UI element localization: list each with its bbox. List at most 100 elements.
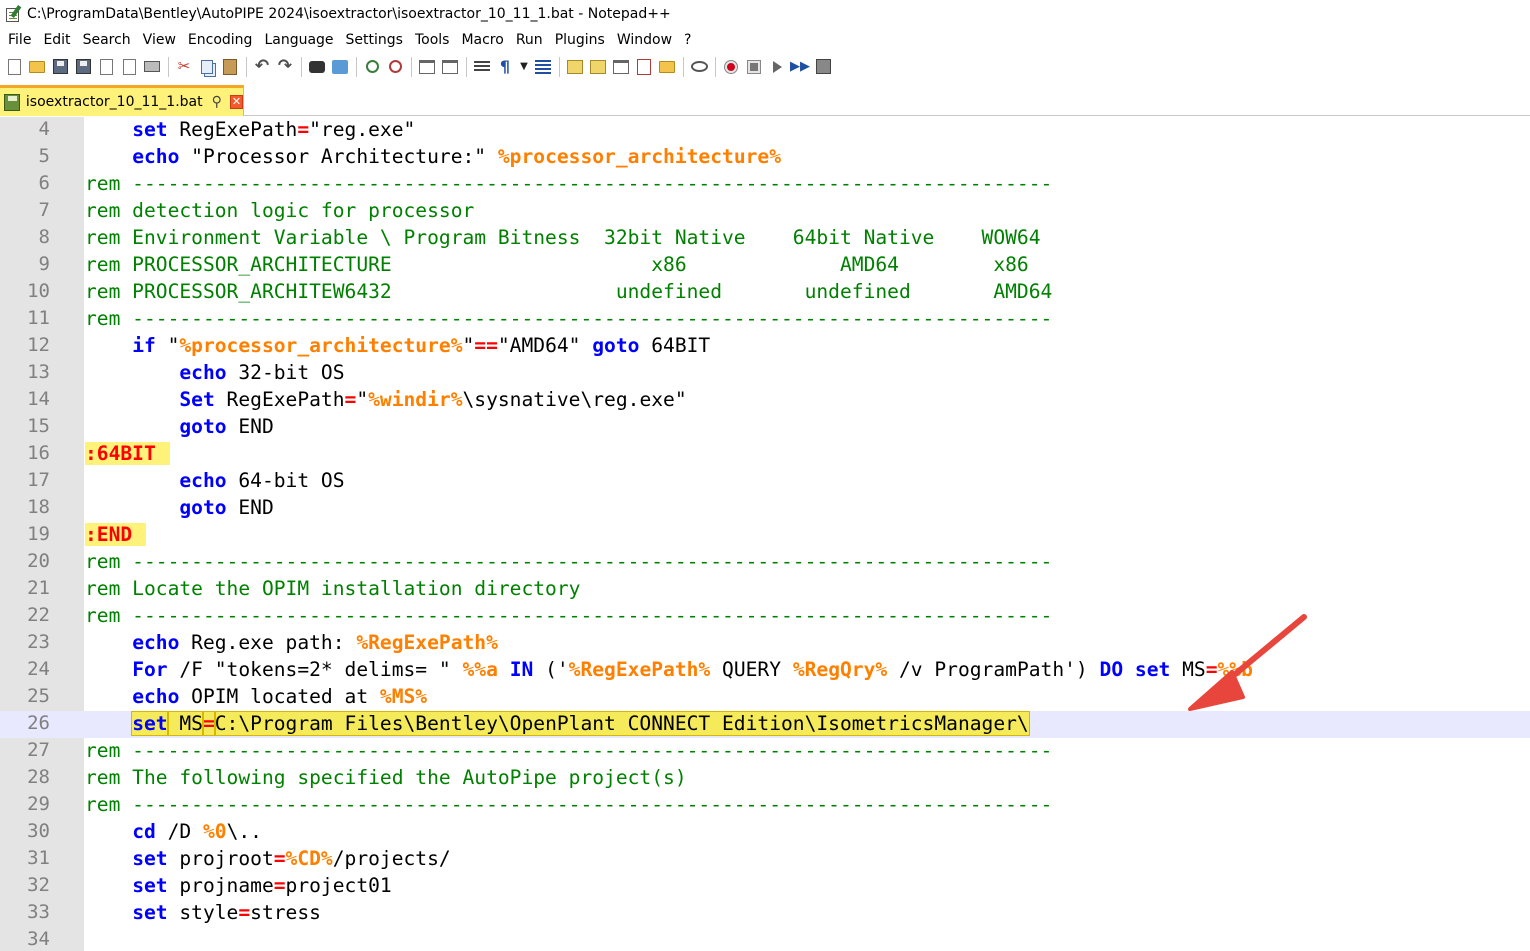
code-line[interactable]: 8 rem Environment Variable \ Program Bitn… <box>0 225 1530 252</box>
code-line[interactable]: 30 cd /D %0\.. <box>0 819 1530 846</box>
new-file-icon[interactable] <box>4 57 24 77</box>
code-text[interactable]: rem ------------------------------------… <box>85 171 1052 198</box>
code-text[interactable]: set RegExePath="reg.exe" <box>85 117 415 144</box>
code-line[interactable]: 17 echo 64-bit OS <box>0 468 1530 495</box>
code-line[interactable]: 13 echo 32-bit OS <box>0 360 1530 387</box>
code-line[interactable]: 26 set MS=C:\Program Files\Bentley\OpenP… <box>0 711 1530 738</box>
code-text[interactable]: echo 64-bit OS <box>85 468 344 495</box>
code-line[interactable]: 16:64BIT <box>0 441 1530 468</box>
code-text[interactable]: set projroot=%CD%/projects/ <box>85 846 451 873</box>
code-line[interactable]: 19:END <box>0 522 1530 549</box>
code-line[interactable]: 27 rem ----------------------------------… <box>0 738 1530 765</box>
function-list-icon[interactable] <box>634 57 654 77</box>
copy-icon[interactable] <box>197 57 217 77</box>
redo-icon[interactable]: ↷ <box>275 57 295 77</box>
code-line[interactable]: 9 rem PROCESSOR_ARCHITECTURE x86 AMD64 x8… <box>0 252 1530 279</box>
code-line[interactable]: 24 For /F "tokens=2* delims= " %%a IN ('… <box>0 657 1530 684</box>
menu-run[interactable]: Run <box>510 29 549 51</box>
code-line[interactable]: 31 set projroot=%CD%/projects/ <box>0 846 1530 873</box>
replace-icon[interactable] <box>330 57 350 77</box>
code-text[interactable]: rem ------------------------------------… <box>85 792 1052 819</box>
code-text[interactable]: :END <box>85 522 147 549</box>
zoom-out-icon[interactable] <box>385 57 405 77</box>
cut-icon[interactable]: ✂ <box>174 57 194 77</box>
code-line[interactable]: 33 set style=stress <box>0 900 1530 927</box>
monitoring-icon[interactable] <box>689 57 709 77</box>
code-line[interactable]: 11 rem ----------------------------------… <box>0 306 1530 333</box>
code-line[interactable]: 21 rem Locate the OPIM installation direc… <box>0 576 1530 603</box>
sync-horizontal-icon[interactable] <box>440 57 460 77</box>
code-line[interactable]: 15 goto END <box>0 414 1530 441</box>
menu-encoding[interactable]: Encoding <box>182 29 259 51</box>
code-text[interactable]: rem ------------------------------------… <box>85 306 1052 333</box>
code-text[interactable]: if "%processor_architecture%"=="AMD64" g… <box>85 333 710 360</box>
code-line[interactable]: 32 set projname=project01 <box>0 873 1530 900</box>
zoom-in-icon[interactable] <box>362 57 382 77</box>
menu-language[interactable]: Language <box>258 29 339 51</box>
menu-settings[interactable]: Settings <box>340 29 409 51</box>
close-icon[interactable] <box>96 57 116 77</box>
save-macro-icon[interactable] <box>813 57 833 77</box>
code-line[interactable]: 10 rem PROCESSOR_ARCHITEW6432 undefined u… <box>0 279 1530 306</box>
sync-vertical-icon[interactable] <box>417 57 437 77</box>
code-line[interactable]: 18 goto END <box>0 495 1530 522</box>
menu-tools[interactable]: Tools <box>409 29 456 51</box>
code-text[interactable]: set style=stress <box>85 900 321 927</box>
code-text[interactable]: rem ------------------------------------… <box>85 738 1052 765</box>
run-macro-multiple-icon[interactable]: ▶▶ <box>790 57 810 77</box>
chevron-down-icon[interactable]: ▼ <box>518 57 530 77</box>
print-icon[interactable] <box>142 57 162 77</box>
code-text[interactable]: rem Locate the OPIM installation directo… <box>85 576 580 603</box>
document-list-icon[interactable] <box>611 57 631 77</box>
user-defined-language-icon[interactable] <box>565 57 585 77</box>
code-text[interactable]: rem detection logic for processor <box>85 198 474 225</box>
code-text[interactable]: goto END <box>85 414 273 441</box>
code-text[interactable]: rem ------------------------------------… <box>85 603 1052 630</box>
code-line[interactable]: 29 rem ----------------------------------… <box>0 792 1530 819</box>
menu-edit[interactable]: Edit <box>37 29 76 51</box>
code-line[interactable]: 14 Set RegExePath="%windir%\sysnative\re… <box>0 387 1530 414</box>
code-text[interactable]: rem Environment Variable \ Program Bitne… <box>85 225 1041 252</box>
close-icon[interactable]: ✕ <box>229 95 243 109</box>
open-file-icon[interactable] <box>27 57 47 77</box>
code-text[interactable]: Set RegExePath="%windir%\sysnative\reg.e… <box>85 387 686 414</box>
code-line[interactable]: 7 rem detection logic for processor <box>0 198 1530 225</box>
save-all-icon[interactable] <box>73 57 93 77</box>
save-icon[interactable] <box>50 57 70 77</box>
menu-view[interactable]: View <box>137 29 182 51</box>
find-icon[interactable] <box>307 57 327 77</box>
code-line[interactable]: 6 rem -----------------------------------… <box>0 171 1530 198</box>
stop-recording-icon[interactable] <box>744 57 764 77</box>
code-text[interactable]: For /F "tokens=2* delims= " %%a IN ('%Re… <box>85 657 1253 684</box>
code-text[interactable]: rem PROCESSOR_ARCHITECTURE x86 AMD64 x86 <box>85 252 1029 279</box>
editor[interactable]: 4 set RegExePath="reg.exe" 5 echo "Proces… <box>0 117 1530 951</box>
code-text[interactable]: rem The following specified the AutoPipe… <box>85 765 687 792</box>
record-macro-icon[interactable] <box>721 57 741 77</box>
code-text[interactable]: rem PROCESSOR_ARCHITEW6432 undefined und… <box>85 279 1052 306</box>
menu-file[interactable]: File <box>2 29 37 51</box>
menu-search[interactable]: Search <box>77 29 137 51</box>
code-line[interactable]: 12 if "%processor_architecture%"=="AMD64… <box>0 333 1530 360</box>
code-line[interactable]: 34 <box>0 927 1530 951</box>
code-line[interactable]: 5 echo "Processor Architecture:" %proces… <box>0 144 1530 171</box>
code-text[interactable]: cd /D %0\.. <box>85 819 262 846</box>
code-line[interactable]: 28 rem The following specified the AutoPi… <box>0 765 1530 792</box>
code-text[interactable]: rem ------------------------------------… <box>85 549 1052 576</box>
menu-help[interactable]: ? <box>678 29 697 51</box>
code-text[interactable]: echo "Processor Architecture:" %processo… <box>85 144 781 171</box>
code-text[interactable]: echo Reg.exe path: %RegExePath% <box>85 630 498 657</box>
code-line[interactable]: 23 echo Reg.exe path: %RegExePath% <box>0 630 1530 657</box>
playback-icon[interactable] <box>767 57 787 77</box>
code-line[interactable]: 4 set RegExePath="reg.exe" <box>0 117 1530 144</box>
code-text[interactable]: echo OPIM located at %MS% <box>85 684 427 711</box>
code-text[interactable]: goto END <box>85 495 273 522</box>
menu-macro[interactable]: Macro <box>455 29 509 51</box>
tab-isoextractor[interactable]: isoextractor_10_11_1.bat ⚲ ✕ <box>0 85 244 116</box>
code-text[interactable]: set projname=project01 <box>85 873 392 900</box>
folder-as-workspace-icon[interactable] <box>657 57 677 77</box>
code-line[interactable]: 25 echo OPIM located at %MS% <box>0 684 1530 711</box>
word-wrap-icon[interactable] <box>472 57 492 77</box>
undo-icon[interactable]: ↶ <box>252 57 272 77</box>
paste-icon[interactable] <box>220 57 240 77</box>
code-text[interactable]: :64BIT <box>85 441 170 468</box>
